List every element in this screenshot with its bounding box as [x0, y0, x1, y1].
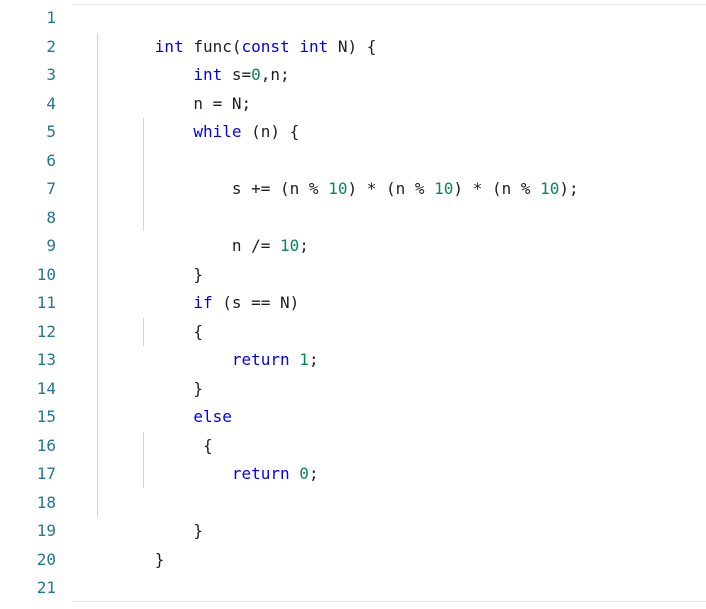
line-number: 13	[36, 350, 56, 369]
line-number: 16	[36, 435, 56, 455]
code-line: }	[97, 489, 706, 540]
code-token: const	[241, 36, 290, 56]
code-token: ) * (n %	[347, 179, 435, 198]
code-line: s += (n % 10) * (n % 10) * (n % 10);	[97, 147, 706, 198]
code-token: ;	[299, 236, 309, 255]
line-number: 5	[46, 122, 56, 141]
code-line: n /= 10;	[97, 204, 706, 255]
code-token: 10	[540, 179, 560, 198]
code-token: return	[231, 464, 290, 483]
line-number: 9	[46, 236, 56, 255]
code-token: ;	[308, 350, 319, 369]
code-token: s=	[222, 65, 252, 84]
code-token: ) * (n %	[453, 179, 541, 198]
code-token: n /=	[154, 236, 281, 255]
code-token: {	[154, 321, 203, 341]
line-number: 4	[46, 93, 56, 113]
code-token: int	[193, 65, 223, 84]
code-token: ,n;	[260, 65, 290, 84]
code-token: 10	[434, 179, 454, 198]
code-token: int	[299, 36, 329, 56]
code-token: s += (n %	[154, 179, 329, 198]
line-number: 12	[36, 321, 56, 341]
code-token: {	[154, 435, 213, 455]
code-token: 0	[299, 464, 309, 483]
code-token: func(	[183, 36, 242, 56]
code-token: return	[231, 350, 290, 369]
code-token: 10	[328, 179, 348, 198]
code-area[interactable]: int func(const int N) { int s=0,n; n = N…	[97, 4, 706, 603]
line-number-gutter: 1 2 3 4 5 6 7 8 9 10 11 12 13 14 15 16 1…	[0, 4, 72, 603]
code-token: );	[559, 179, 579, 198]
code-token: }	[154, 378, 203, 398]
line-number: 1	[46, 8, 56, 27]
line-number: 11	[36, 293, 56, 312]
code-line: int func(const int N) {	[97, 4, 706, 56]
line-number: 2	[46, 36, 56, 56]
code-token: (s == N)	[212, 293, 300, 312]
code-token: }	[154, 264, 203, 284]
line-number: 14	[36, 378, 56, 398]
line-number: 7	[46, 179, 56, 198]
code-token: if	[193, 293, 213, 312]
code-token: while	[193, 122, 242, 141]
code-token: N) {	[328, 36, 377, 56]
code-token: else	[193, 407, 232, 426]
code-token: }	[154, 521, 203, 540]
line-number: 18	[36, 492, 56, 512]
line-number: 21	[36, 578, 56, 597]
line-number: 19	[36, 521, 56, 540]
line-number: 3	[46, 65, 56, 84]
code-token: 0	[251, 65, 261, 84]
line-number: 8	[46, 207, 56, 227]
line-number: 10	[36, 264, 56, 284]
code-token: int	[154, 36, 184, 56]
code-token: ;	[308, 464, 319, 483]
code-token: 10	[280, 236, 300, 255]
editor-bottom-border	[72, 601, 706, 602]
line-number: 6	[46, 150, 56, 170]
code-token: n = N;	[154, 93, 252, 113]
code-token: 1	[299, 350, 309, 369]
line-number: 20	[36, 549, 56, 569]
line-number: 15	[36, 407, 56, 426]
line-number: 17	[36, 464, 56, 483]
code-token: }	[154, 549, 165, 569]
code-token: (n) {	[241, 122, 300, 141]
code-editor[interactable]: 1 2 3 4 5 6 7 8 9 10 11 12 13 14 15 16 1…	[0, 0, 706, 609]
